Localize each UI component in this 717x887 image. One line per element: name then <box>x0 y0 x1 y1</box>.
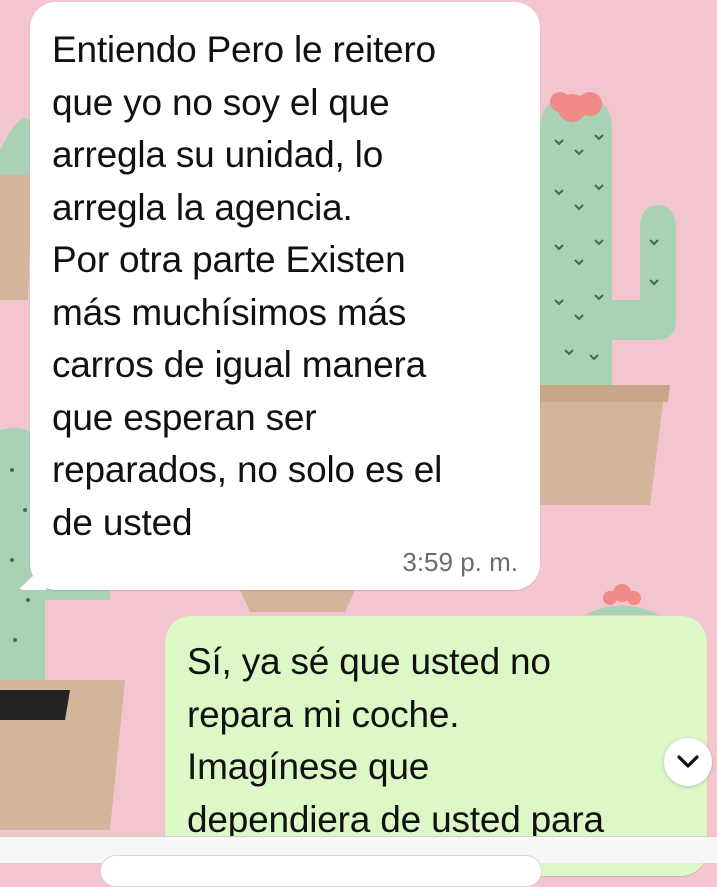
scroll-down-button[interactable] <box>664 738 712 786</box>
incoming-message-bubble[interactable]: Entiendo Pero le reitero que yo no soy e… <box>18 2 540 590</box>
composer-bar <box>0 836 717 887</box>
flower-illustration <box>585 584 660 615</box>
chevron-down-icon <box>677 755 699 768</box>
pot-illustration <box>240 590 355 612</box>
message-input[interactable] <box>100 855 542 887</box>
message-text: Entiendo Pero le reitero que yo no soy e… <box>52 29 443 543</box>
message-timestamp: 3:59 p. m. <box>402 547 518 577</box>
cactus-illustration-right <box>520 92 676 505</box>
message-text: Sí, ya sé que usted no repara mi coche. … <box>187 641 604 840</box>
